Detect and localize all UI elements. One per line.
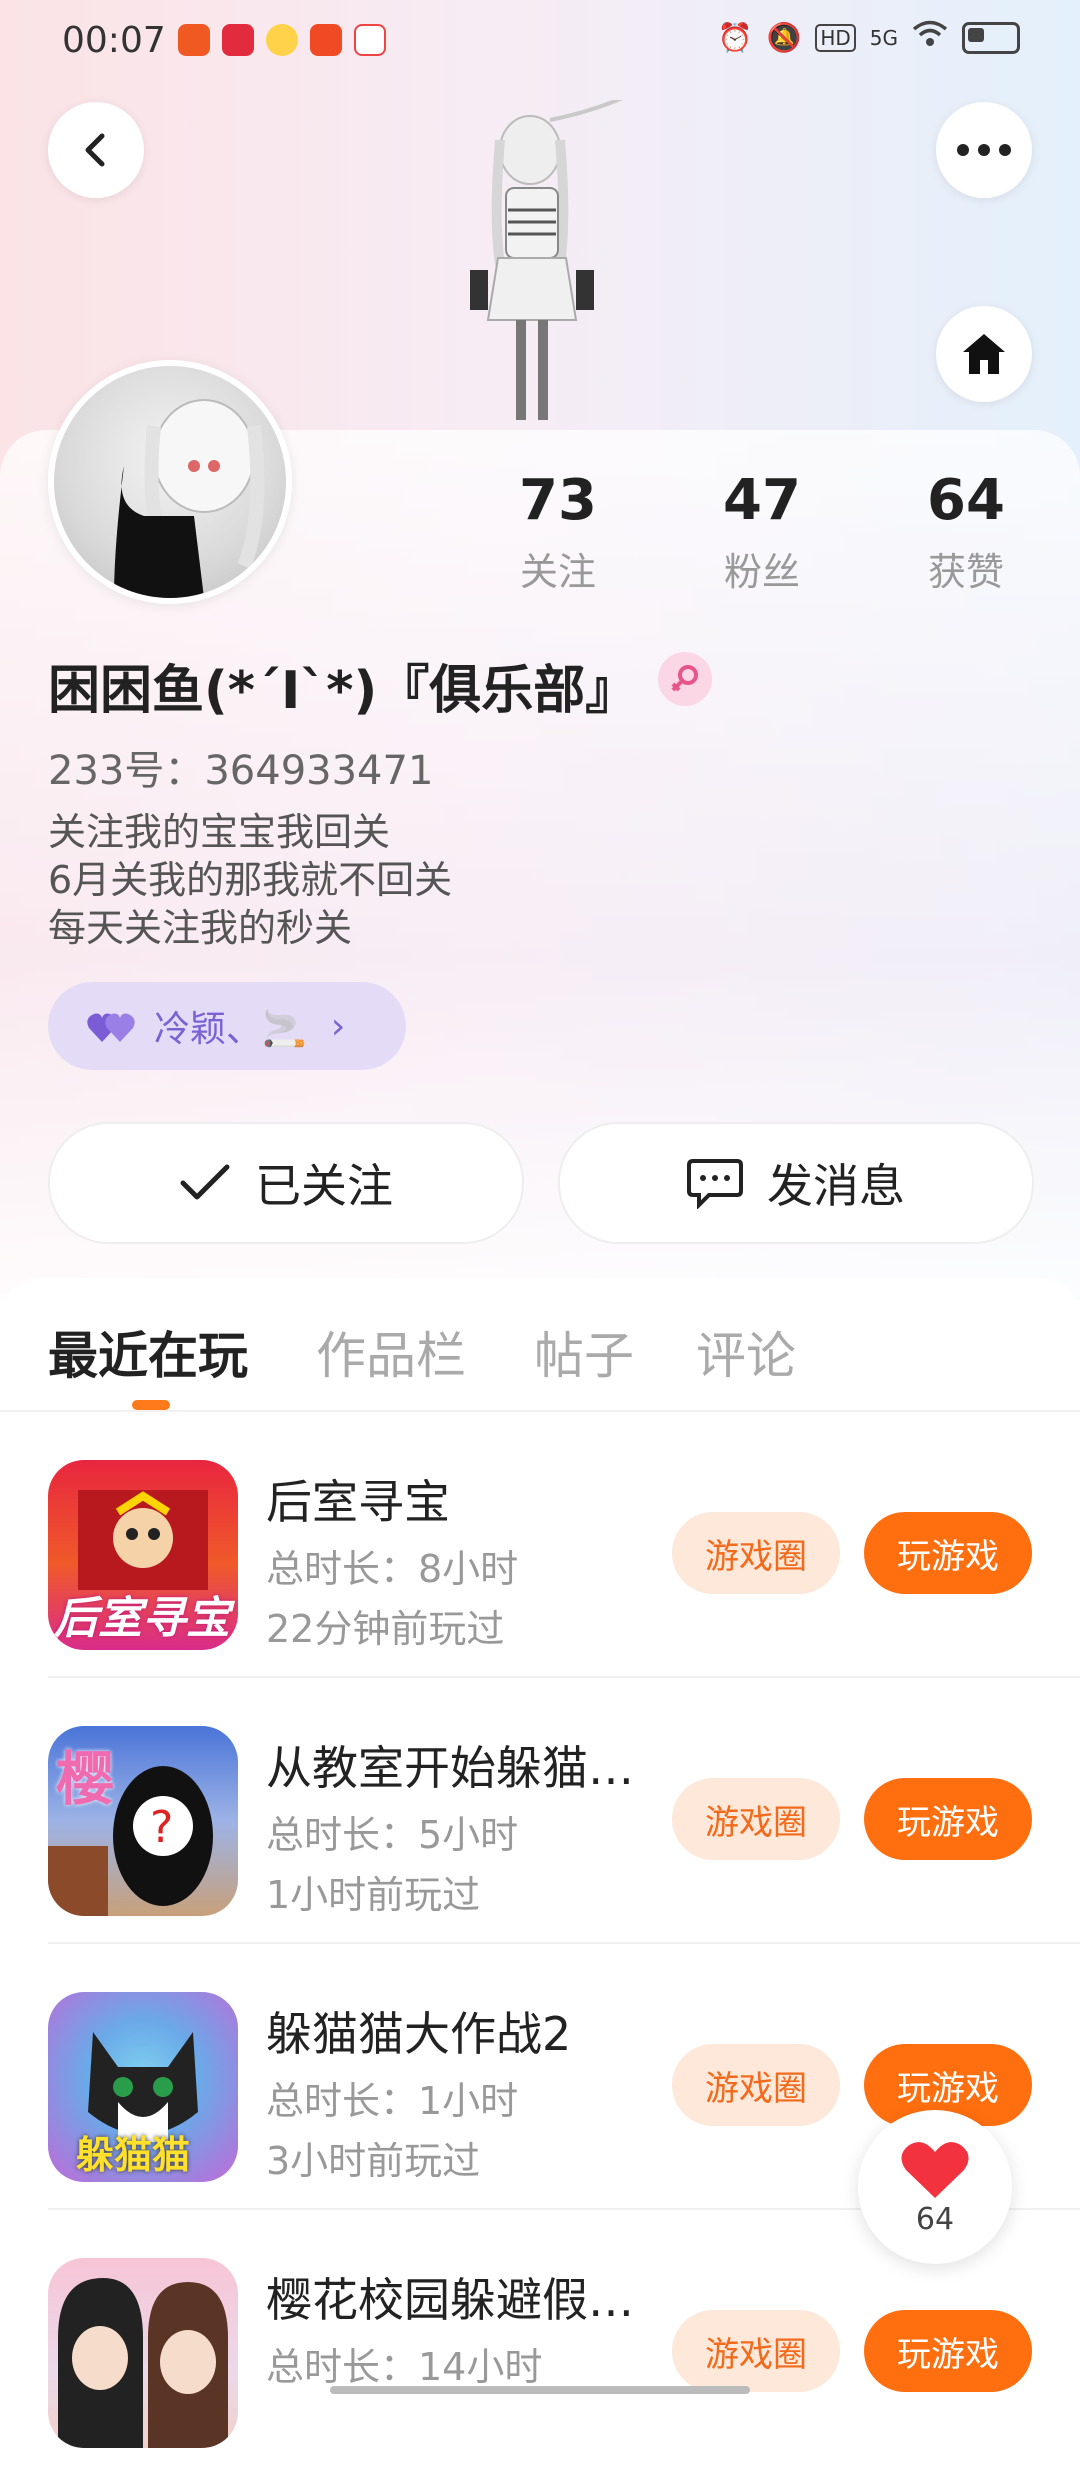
more-button[interactable] xyxy=(936,102,1032,198)
game-last-played: 3小时前玩过 xyxy=(266,2139,481,2183)
back-button[interactable] xyxy=(48,102,144,198)
game-circle-button[interactable]: 游戏圈 xyxy=(672,2310,840,2392)
game-last-played: 1小时前玩过 xyxy=(266,1873,481,1917)
stat-following[interactable]: 73 关注 xyxy=(488,468,628,596)
svg-text:?: ? xyxy=(150,1802,173,1853)
profile-tabs: 最近在玩 作品栏 帖子 评论 xyxy=(0,1278,1080,1412)
chat-bubble-icon xyxy=(687,1159,743,1209)
game-name: 樱花校园躲避假… xyxy=(266,2273,634,2327)
game-icon-text: 后室寻宝 xyxy=(54,1593,230,1644)
game-icon-text: 樱 xyxy=(56,1745,115,1813)
app-notification-icon xyxy=(266,24,298,56)
game-duration: 总时长：14小时 xyxy=(266,2345,543,2389)
chevron-right-icon: › xyxy=(330,1005,346,1047)
stat-label: 关注 xyxy=(519,550,596,594)
stat-label: 粉丝 xyxy=(723,550,800,594)
game-duration: 总时长：5小时 xyxy=(266,1813,519,1857)
hd-icon: HD xyxy=(815,23,856,52)
avatar-image xyxy=(114,399,265,598)
tab-posts[interactable]: 帖子 xyxy=(534,1316,634,1388)
game-last-played: 22分钟前玩过 xyxy=(266,1607,505,1651)
game-list-item[interactable]: ? 樱 从教室开始躲猫… 总时长：5小时 1小时前玩过 游戏圈 玩游戏 xyxy=(0,1678,1080,1944)
check-icon xyxy=(180,1164,230,1200)
battery-icon xyxy=(962,21,1020,54)
profile-bio: 关注我的宝宝我回关 6月关我的那我就不回关 每天关注我的秒关 xyxy=(48,808,452,952)
game-icon: 后室寻宝 xyxy=(48,1460,238,1650)
home-icon xyxy=(963,334,1005,374)
like-count: 64 xyxy=(915,2201,955,2237)
game-duration: 总时长：1小时 xyxy=(266,2079,519,2123)
game-name: 后室寻宝 xyxy=(266,1475,450,1529)
alarm-icon: ⏰ xyxy=(717,21,753,54)
game-icon: 躲猫猫 xyxy=(48,1992,238,2182)
tab-comments[interactable]: 评论 xyxy=(696,1316,796,1388)
game-circle-button[interactable]: 游戏圈 xyxy=(672,1512,840,1594)
like-float-button[interactable]: 64 xyxy=(858,2110,1012,2264)
app-notification-icon xyxy=(310,24,342,56)
stat-value: 73 xyxy=(519,468,597,533)
bio-line: 6月关我的那我就不回关 xyxy=(48,858,453,902)
signal-icon: 5G xyxy=(869,25,898,50)
avatar[interactable] xyxy=(48,360,292,604)
profile-username: 困困鱼(*´I`*)『俱乐部』 xyxy=(48,661,638,721)
female-icon xyxy=(658,652,712,706)
following-label: 已关注 xyxy=(255,1159,393,1213)
bio-line: 关注我的宝宝我回关 xyxy=(48,810,391,854)
mute-icon: 🔕 xyxy=(766,21,802,54)
play-game-button[interactable]: 玩游戏 xyxy=(864,1778,1032,1860)
app-notification-icon xyxy=(354,24,386,56)
send-message-button[interactable]: 发消息 xyxy=(558,1122,1034,1244)
profile-uid: 233号：364933471 xyxy=(48,748,434,794)
game-circle-button[interactable]: 游戏圈 xyxy=(672,2044,840,2126)
double-heart-icon xyxy=(87,1013,135,1042)
stat-likes[interactable]: 64 获赞 xyxy=(896,468,1036,596)
status-icons: ⏰ 🔕 HD 5G xyxy=(718,20,1020,55)
active-tab-indicator xyxy=(132,1400,170,1410)
profile-cover-character xyxy=(470,100,624,420)
app-notification-icon xyxy=(178,24,210,56)
status-bar: 00:07 ⏰ 🔕 HD 5G xyxy=(0,0,1080,84)
game-icon-text: 躲猫猫 xyxy=(76,2133,191,2177)
play-game-button[interactable]: 玩游戏 xyxy=(864,2310,1032,2392)
stat-followers[interactable]: 47 粉丝 xyxy=(692,468,832,596)
game-icon: ? 樱 xyxy=(48,1726,238,1916)
stat-label: 获赞 xyxy=(927,550,1004,594)
game-icon xyxy=(48,2258,238,2448)
status-time: 00:07 xyxy=(62,20,166,61)
bio-line: 每天关注我的秒关 xyxy=(48,906,353,950)
cp-tag-label: 冷颖、🚬 xyxy=(154,1009,307,1050)
tab-works[interactable]: 作品栏 xyxy=(316,1316,466,1388)
play-game-button[interactable]: 玩游戏 xyxy=(864,1512,1032,1594)
game-name: 从教室开始躲猫… xyxy=(266,1741,634,1795)
heart-icon xyxy=(901,2141,969,2198)
cp-tag-button[interactable]: 冷颖、🚬 › xyxy=(48,982,406,1070)
send-message-label: 发消息 xyxy=(767,1159,905,1213)
chevron-left-icon xyxy=(85,133,105,167)
more-dots-icon xyxy=(957,144,1011,156)
stat-value: 64 xyxy=(927,468,1005,533)
game-list-item[interactable]: 后室寻宝 后室寻宝 总时长：8小时 22分钟前玩过 游戏圈 玩游戏 xyxy=(0,1412,1080,1678)
home-indicator xyxy=(330,2386,750,2394)
game-circle-button[interactable]: 游戏圈 xyxy=(672,1778,840,1860)
game-duration: 总时长：8小时 xyxy=(266,1547,519,1591)
following-button[interactable]: 已关注 xyxy=(48,1122,524,1244)
wifi-icon xyxy=(912,20,948,55)
home-button[interactable] xyxy=(936,306,1032,402)
app-notification-icon xyxy=(222,24,254,56)
game-name: 躲猫猫大作战2 xyxy=(266,2007,572,2061)
tab-recently-played[interactable]: 最近在玩 xyxy=(48,1316,248,1388)
stat-value: 47 xyxy=(723,468,801,533)
